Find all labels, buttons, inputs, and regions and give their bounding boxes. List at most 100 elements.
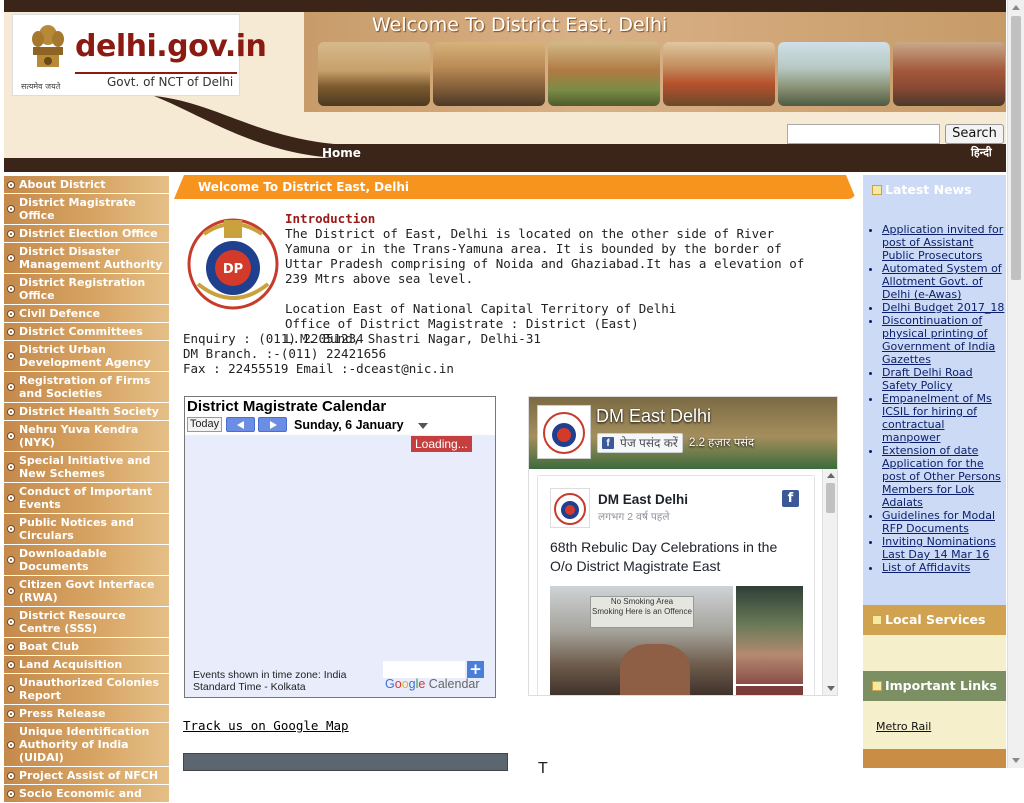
- menu-item-urban-development[interactable]: District Urban Development Agency: [4, 341, 169, 372]
- search-input[interactable]: [787, 124, 940, 144]
- local-services-title: Local Services: [885, 612, 986, 627]
- news-link[interactable]: Automated System of Allotment Govt. of D…: [882, 262, 1002, 301]
- menu-item-citizen-govt-interface[interactable]: Citizen Govt Interface (RWA): [4, 576, 169, 607]
- menu-item-public-notices[interactable]: Public Notices and Circulars: [4, 514, 169, 545]
- news-link[interactable]: Draft Delhi Road Safety Policy: [882, 366, 973, 392]
- post-timestamp[interactable]: लगभग 2 वर्ष पहले: [598, 510, 669, 524]
- menu-item-label: District Disaster Management Authority: [19, 245, 163, 271]
- latest-news-panel: Latest News Application invited for post…: [863, 175, 1006, 605]
- news-item[interactable]: List of Affidavits: [882, 561, 1006, 574]
- menu-item-land-acquisition[interactable]: Land Acquisition: [4, 656, 169, 674]
- post-author-name[interactable]: DM East Delhi: [598, 492, 688, 507]
- menu-item-firms-societies[interactable]: Registration of Firms and Societies: [4, 372, 169, 403]
- menu-item-project-assist[interactable]: Project Assist of NFCH: [4, 767, 169, 785]
- add-calendar-plus-icon[interactable]: +: [467, 661, 484, 678]
- scroll-down-icon[interactable]: [827, 686, 835, 691]
- menu-item-label: Project Assist of NFCH: [19, 769, 159, 782]
- news-link[interactable]: Delhi Budget 2017_18: [882, 301, 1004, 314]
- news-item[interactable]: Delhi Budget 2017_18: [882, 301, 1006, 314]
- bullet-icon: [7, 254, 15, 262]
- news-item[interactable]: Empanelment of Ms ICSIL for hiring of co…: [882, 392, 1006, 444]
- menu-item-important-events[interactable]: Conduct of Important Events: [4, 483, 169, 514]
- scroll-thumb[interactable]: [826, 483, 835, 513]
- menu-item-resource-centre[interactable]: District Resource Centre (SSS): [4, 607, 169, 638]
- delhi-police-logo-icon: DP: [187, 218, 279, 310]
- menu-item-label: Unauthorized Colonies Report: [19, 676, 159, 702]
- menu-item-district-committees[interactable]: District Committees: [4, 323, 169, 341]
- google-map-link[interactable]: Track us on Google Map: [183, 718, 349, 733]
- menu-item-label: Civil Defence: [19, 307, 101, 320]
- calendar-prev-icon[interactable]: [226, 417, 255, 432]
- post-photo-salute[interactable]: No Smoking Area Smoking Here is an Offen…: [550, 586, 733, 695]
- menu-item-health-society[interactable]: District Health Society: [4, 403, 169, 421]
- facebook-like-page-button[interactable]: f पेज पसंद करें: [597, 433, 683, 453]
- bullet-icon: [7, 685, 15, 693]
- calendar-dropdown-icon[interactable]: [418, 423, 428, 429]
- news-item[interactable]: Inviting Nominations Last Day 14 Mar 16: [882, 535, 1006, 561]
- post-photo-third[interactable]: [736, 686, 803, 695]
- page-scrollbar[interactable]: [1007, 0, 1024, 768]
- calendar-today-button[interactable]: Today: [187, 417, 222, 432]
- menu-item-boat-club[interactable]: Boat Club: [4, 638, 169, 656]
- menu-item-unauthorized-colonies[interactable]: Unauthorized Colonies Report: [4, 674, 169, 705]
- search-button[interactable]: Search: [945, 124, 1004, 144]
- nav-home-link[interactable]: Home: [322, 146, 361, 160]
- menu-item-label: Boat Club: [19, 640, 80, 653]
- news-link[interactable]: Application invited for post of Assistan…: [882, 223, 1003, 262]
- content-title-bar: Welcome To District East, Delhi: [174, 175, 856, 199]
- menu-item-civil-defence[interactable]: Civil Defence: [4, 305, 169, 323]
- latest-news-title: Latest News: [885, 182, 972, 197]
- news-item[interactable]: Extension of date Application for the po…: [882, 444, 1006, 509]
- bullet-icon: [7, 709, 15, 718]
- news-item[interactable]: Automated System of Allotment Govt. of D…: [882, 262, 1006, 301]
- scroll-up-icon[interactable]: [1012, 5, 1020, 10]
- menu-item-about-district[interactable]: About District: [4, 176, 169, 194]
- news-item[interactable]: Draft Delhi Road Safety Policy: [882, 366, 1006, 392]
- calendar-next-icon[interactable]: [258, 417, 287, 432]
- menu-item-press-release[interactable]: Press Release: [4, 705, 169, 723]
- news-link[interactable]: Extension of date Application for the po…: [882, 444, 1001, 509]
- logo-calendar-word: Calendar: [425, 677, 480, 691]
- menu-item-district-election-office[interactable]: District Election Office: [4, 225, 169, 243]
- menu-item-label: Citizen Govt Interface (RWA): [19, 578, 155, 604]
- menu-item-label: Registration of Firms and Societies: [19, 374, 151, 400]
- menu-item-label: Conduct of Important Events: [19, 485, 153, 511]
- calendar-current-date[interactable]: Sunday, 6 January: [294, 418, 404, 432]
- news-link[interactable]: Empanelment of Ms ICSIL for hiring of co…: [882, 392, 992, 444]
- scroll-thumb[interactable]: [1011, 16, 1021, 280]
- site-logo[interactable]: delhi.gov.in Govt. of NCT of Delhi सत्यम…: [12, 14, 267, 96]
- facebook-page-avatar[interactable]: [537, 405, 591, 459]
- menu-item-district-magistrate-office[interactable]: District Magistrate Office: [4, 194, 169, 225]
- news-link[interactable]: Guidelines for Modal RFP Documents: [882, 509, 995, 535]
- welcome-banner-text: Welcome To District East, Delhi: [372, 14, 668, 36]
- post-author-avatar[interactable]: [550, 488, 590, 528]
- google-calendar-logo[interactable]: Google Calendar: [385, 677, 480, 691]
- menu-item-registration-office[interactable]: District Registration Office: [4, 274, 169, 305]
- news-link[interactable]: List of Affidavits: [882, 561, 970, 574]
- news-item[interactable]: Discontinuation of physical printing of …: [882, 314, 1006, 366]
- facebook-logo-icon[interactable]: f: [782, 490, 799, 507]
- nav-hindi-link[interactable]: हिन्दी: [971, 145, 992, 160]
- menu-item-special-initiative[interactable]: Special Initiative and New Schemes: [4, 452, 169, 483]
- logo-title: delhi.gov.in: [75, 29, 267, 64]
- bullet-icon: [7, 352, 15, 360]
- post-photo-celebration[interactable]: [736, 586, 803, 684]
- news-link[interactable]: Discontinuation of physical printing of …: [882, 314, 995, 366]
- menu-item-downloadable-documents[interactable]: Downloadable Documents: [4, 545, 169, 576]
- facebook-scrollbar[interactable]: [822, 469, 837, 695]
- scroll-up-icon[interactable]: [827, 473, 835, 478]
- menu-item-label: District Urban Development Agency: [19, 343, 151, 369]
- bullet-icon: [7, 525, 15, 533]
- facebook-f-icon: f: [602, 437, 614, 449]
- menu-item-uidai[interactable]: Unique Identification Authority of India…: [4, 723, 169, 767]
- news-item[interactable]: Application invited for post of Assistan…: [882, 223, 1006, 262]
- news-link[interactable]: Inviting Nominations Last Day 14 Mar 16: [882, 535, 996, 561]
- menu-item-nehru-yuva-kendra[interactable]: Nehru Yuva Kendra (NYK): [4, 421, 169, 452]
- news-item[interactable]: Guidelines for Modal RFP Documents: [882, 509, 1006, 535]
- facebook-page-name[interactable]: DM East Delhi: [596, 406, 711, 427]
- scroll-down-icon[interactable]: [1012, 758, 1020, 763]
- metro-rail-link[interactable]: Metro Rail: [876, 720, 931, 733]
- menu-item-socio-economic[interactable]: Socio Economic and: [4, 785, 169, 803]
- menu-item-disaster-management[interactable]: District Disaster Management Authority: [4, 243, 169, 274]
- bullet-icon: [7, 205, 15, 213]
